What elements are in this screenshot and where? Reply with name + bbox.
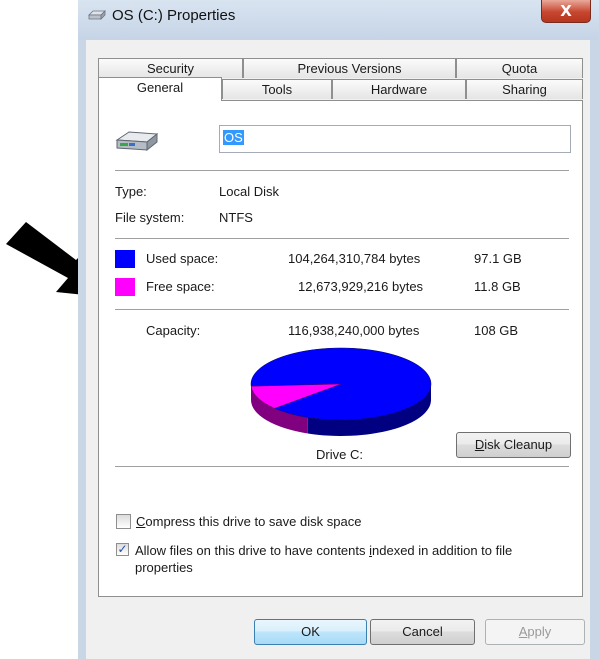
tab-general[interactable]: General — [98, 77, 222, 101]
window-title: OS (C:) Properties — [112, 7, 236, 24]
cancel-button[interactable]: Cancel — [370, 619, 475, 645]
tab-hardware[interactable]: Hardware — [332, 79, 466, 99]
tab-sharing[interactable]: Sharing — [466, 79, 583, 99]
separator-4 — [115, 466, 569, 468]
index-text-post: ndexed in addition to file — [372, 543, 513, 558]
tab-quota[interactable]: Quota — [456, 58, 583, 78]
window-right-border — [590, 40, 599, 659]
hard-drive-icon — [115, 131, 159, 152]
index-text-pre: Allow files on this drive to have conten… — [135, 543, 370, 558]
used-space-bytes: 104,264,310,784 bytes — [288, 251, 421, 266]
apply-label: pply — [527, 624, 552, 639]
file-system-label: File system: — [115, 210, 185, 225]
disk-cleanup-button[interactable]: Disk Cleanup — [456, 432, 571, 458]
used-space-gb: 97.1 GB — [474, 251, 522, 266]
capacity-bytes: 116,938,240,000 bytes — [288, 323, 420, 338]
free-space-swatch — [115, 278, 135, 296]
tab-tools[interactable]: Tools — [222, 79, 332, 99]
free-space-label: Free space: — [146, 279, 215, 294]
compress-accesskey: C — [136, 514, 146, 529]
disk-cleanup-accesskey: D — [474, 437, 485, 452]
compress-text: ompress this drive to save disk space — [145, 514, 362, 529]
separator-1 — [115, 170, 569, 172]
drive-name-input[interactable]: OS — [219, 125, 571, 153]
free-space-gb: 11.8 GB — [474, 279, 521, 294]
type-label: Type: — [115, 184, 147, 199]
tab-previous-versions[interactable]: Previous Versions — [243, 58, 456, 78]
separator-3 — [115, 309, 569, 311]
disk-usage-pie-chart — [250, 347, 432, 436]
type-value: Local Disk — [219, 184, 279, 199]
used-space-label: Used space: — [146, 251, 219, 266]
drive-icon — [88, 10, 106, 20]
capacity-label: Capacity: — [146, 323, 201, 338]
drive-caption: Drive C: — [316, 447, 363, 462]
apply-button[interactable]: Apply — [485, 619, 585, 645]
window-left-border — [78, 40, 86, 659]
compress-checkbox[interactable] — [116, 514, 131, 529]
free-space-bytes: 12,673,929,216 bytes — [298, 279, 424, 294]
index-checkbox[interactable]: ✓ — [116, 543, 129, 556]
tab-security[interactable]: Security — [98, 58, 243, 78]
used-space-swatch — [115, 250, 135, 268]
file-system-value: NTFS — [219, 210, 253, 225]
ok-button[interactable]: OK — [254, 619, 367, 645]
separator-2 — [115, 238, 569, 240]
index-text-line2: properties — [135, 560, 193, 575]
disk-cleanup-label: isk Cleanup — [484, 437, 553, 452]
capacity-gb: 108 GB — [474, 323, 519, 338]
drive-name-text: OS — [223, 130, 244, 145]
index-label: Allow files on this drive to have conten… — [135, 542, 575, 576]
compress-label: Compress this drive to save disk space — [136, 514, 361, 529]
close-button[interactable]: X — [541, 0, 591, 23]
